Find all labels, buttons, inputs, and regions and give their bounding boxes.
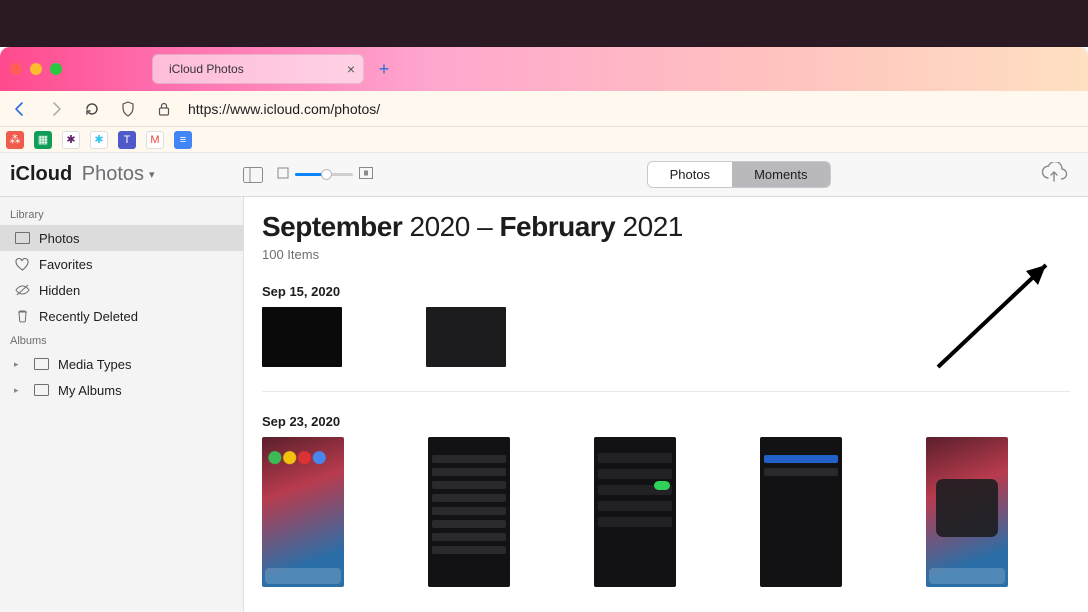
forward-button[interactable] bbox=[44, 97, 68, 121]
photo-thumbnail[interactable] bbox=[760, 437, 842, 587]
sidebar: Library Photos Favorites Hidden Recently… bbox=[0, 197, 244, 612]
disclosure-icon[interactable]: ▸ bbox=[14, 359, 24, 370]
heart-icon bbox=[14, 256, 30, 272]
group-date-heading: Sep 23, 2020 bbox=[262, 414, 1070, 429]
sidebar-item-label: Media Types bbox=[58, 357, 131, 372]
segment-photos[interactable]: Photos bbox=[648, 162, 732, 187]
bookmark-icon[interactable]: ▦ bbox=[34, 131, 52, 149]
folder-icon bbox=[33, 382, 49, 398]
shield-icon[interactable] bbox=[116, 97, 140, 121]
browser-tab[interactable]: iCloud Photos × bbox=[152, 54, 364, 84]
photo-thumbnail[interactable] bbox=[594, 437, 676, 587]
minimize-window-button[interactable] bbox=[30, 63, 42, 75]
sidebar-header-albums: Albums bbox=[0, 329, 243, 351]
sidebar-item-favorites[interactable]: Favorites bbox=[0, 251, 243, 277]
bookmark-icon[interactable]: ⁂ bbox=[6, 131, 24, 149]
photo-thumbnail[interactable] bbox=[262, 437, 344, 587]
sidebar-item-label: Photos bbox=[39, 231, 79, 246]
url-bar: https://www.icloud.com/photos/ bbox=[0, 91, 1088, 127]
bookmarks-bar: ⁂ ▦ ✱ ✱ T M ≡ bbox=[0, 127, 1088, 153]
zoom-in-icon[interactable] bbox=[359, 167, 373, 182]
sidebar-item-photos[interactable]: Photos bbox=[0, 225, 243, 251]
group-date-heading: Sep 15, 2020 bbox=[262, 284, 1070, 299]
bookmark-icon[interactable]: ✱ bbox=[90, 131, 108, 149]
main-content: September 2020 – February 2021 100 Items… bbox=[244, 197, 1088, 612]
item-count: 100 Items bbox=[262, 247, 1070, 262]
back-button[interactable] bbox=[8, 97, 32, 121]
date-range-title: September 2020 – February 2021 bbox=[262, 211, 1070, 243]
tab-title: iCloud Photos bbox=[169, 62, 339, 76]
sidebar-item-label: Hidden bbox=[39, 283, 80, 298]
sidebar-header-library: Library bbox=[0, 203, 243, 225]
tab-strip: iCloud Photos × + bbox=[0, 47, 1088, 91]
bookmark-icon[interactable]: ≡ bbox=[174, 131, 192, 149]
sidebar-item-label: Favorites bbox=[39, 257, 92, 272]
sidebar-item-my-albums[interactable]: ▸ My Albums bbox=[0, 377, 243, 403]
close-tab-icon[interactable]: × bbox=[347, 61, 355, 77]
divider bbox=[262, 391, 1070, 392]
maximize-window-button[interactable] bbox=[50, 63, 62, 75]
trash-icon bbox=[14, 308, 30, 324]
reload-button[interactable] bbox=[80, 97, 104, 121]
bookmark-icon[interactable]: T bbox=[118, 131, 136, 149]
sidebar-item-hidden[interactable]: Hidden bbox=[0, 277, 243, 303]
bookmark-icon[interactable]: M bbox=[146, 131, 164, 149]
segment-moments[interactable]: Moments bbox=[732, 162, 829, 187]
thumbnail-row bbox=[262, 307, 1070, 385]
photo-thumbnail[interactable] bbox=[428, 437, 510, 587]
desktop-menubar bbox=[0, 0, 1088, 47]
app-header: iCloud Photos ▾ Photos Moments bbox=[0, 153, 1088, 197]
sidebar-item-label: My Albums bbox=[58, 383, 122, 398]
eye-slash-icon bbox=[14, 282, 30, 298]
url-text[interactable]: https://www.icloud.com/photos/ bbox=[188, 101, 380, 117]
photo-thumbnail[interactable] bbox=[262, 307, 342, 367]
sidebar-item-label: Recently Deleted bbox=[39, 309, 138, 324]
lock-icon bbox=[152, 97, 176, 121]
sidebar-item-media-types[interactable]: ▸ Media Types bbox=[0, 351, 243, 377]
zoom-out-icon[interactable] bbox=[277, 167, 289, 182]
window-controls bbox=[10, 63, 62, 75]
browser-window: iCloud Photos × + https://www.icloud.com… bbox=[0, 47, 1088, 612]
view-segmented-control: Photos Moments bbox=[647, 161, 831, 188]
photo-thumbnail[interactable] bbox=[926, 437, 1008, 587]
chevron-down-icon: ▾ bbox=[149, 168, 155, 181]
folder-icon bbox=[33, 356, 49, 372]
brand-secondary: Photos bbox=[82, 163, 144, 186]
close-window-button[interactable] bbox=[10, 63, 22, 75]
bookmark-icon[interactable]: ✱ bbox=[62, 131, 80, 149]
zoom-control bbox=[277, 167, 373, 182]
photo-thumbnail[interactable] bbox=[426, 307, 506, 367]
app-body: Library Photos Favorites Hidden Recently… bbox=[0, 197, 1088, 612]
sidebar-toggle-button[interactable] bbox=[243, 167, 263, 183]
sidebar-item-recently-deleted[interactable]: Recently Deleted bbox=[0, 303, 243, 329]
brand-primary: iCloud bbox=[10, 163, 72, 186]
upload-button[interactable] bbox=[1040, 162, 1068, 187]
photos-icon bbox=[14, 230, 30, 246]
zoom-slider[interactable] bbox=[295, 173, 353, 176]
new-tab-button[interactable]: + bbox=[370, 55, 398, 83]
disclosure-icon[interactable]: ▸ bbox=[14, 385, 24, 396]
app-brand[interactable]: iCloud Photos ▾ bbox=[10, 163, 155, 186]
thumbnail-row bbox=[262, 437, 1070, 605]
